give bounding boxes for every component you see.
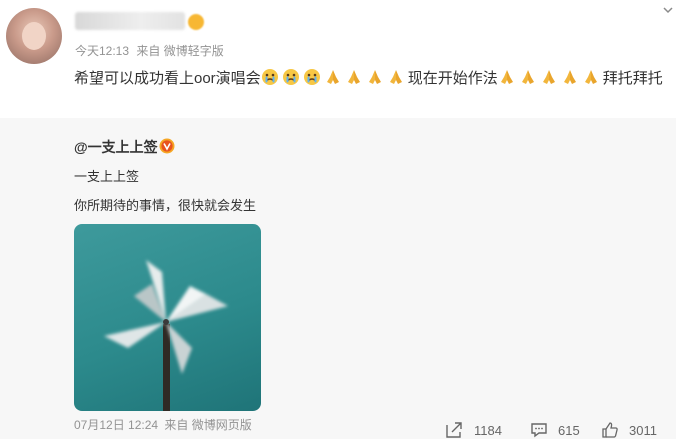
repost-button[interactable]: 1184 — [444, 420, 502, 440]
vip-badge-icon — [188, 14, 204, 30]
repost-text-line: 你所期待的事情，很快就会发生 — [74, 198, 257, 213]
reposted-content[interactable]: @一支上上签 一支上上签 你所期待的事情，很快就会发生 07月12日 12:24… — [0, 118, 676, 439]
comment-count: 615 — [558, 422, 580, 438]
post-text: 希望可以成功看上oor演唱会 现在开始作法 拜托拜托 — [74, 64, 674, 93]
praying-hands-icon — [521, 70, 534, 84]
like-button[interactable]: 3011 — [601, 420, 657, 440]
praying-hands-icon — [347, 70, 360, 84]
praying-hands-icon — [563, 70, 576, 84]
repost-meta: 07月12日 12:24 来自 微博网页版 — [74, 416, 255, 433]
post-text-part: 拜托拜托 — [602, 70, 663, 87]
post-meta: 今天12:13 来自 微博轻字版 — [75, 42, 228, 59]
username-blurred[interactable] — [75, 12, 185, 30]
verified-badge-icon — [159, 138, 175, 154]
crying-emoji-icon — [303, 69, 320, 85]
crying-emoji-icon — [261, 69, 278, 85]
post-time[interactable]: 今天12:13 — [75, 44, 129, 58]
thumbs-up-icon — [602, 422, 618, 438]
like-count: 3011 — [629, 422, 657, 438]
comment-icon — [531, 423, 547, 438]
comment-button[interactable]: 615 — [530, 420, 580, 440]
avatar[interactable] — [6, 8, 62, 64]
share-icon — [446, 422, 462, 438]
chevron-down-icon[interactable] — [662, 4, 674, 16]
praying-hands-icon — [584, 70, 597, 84]
post-text-part: 希望可以成功看上oor演唱会 — [74, 70, 261, 87]
repost-date[interactable]: 07月12日 12:24 — [74, 418, 158, 432]
repost-source: 来自 微博网页版 — [164, 418, 252, 432]
praying-hands-icon — [368, 70, 381, 84]
crying-emoji-icon — [282, 69, 299, 85]
pinwheel-illustration — [104, 260, 228, 411]
post-source: 来自 微博轻字版 — [136, 44, 224, 58]
praying-hands-icon — [326, 70, 339, 84]
original-post: 今天12:13 来自 微博轻字版 希望可以成功看上oor演唱会 现在开始作法 拜托拜… — [0, 0, 676, 118]
praying-hands-icon — [389, 70, 402, 84]
repost-count: 1184 — [474, 422, 502, 438]
praying-hands-icon — [500, 70, 513, 84]
repost-text-line: 一支上上签 — [74, 169, 140, 184]
post-text-part: 现在开始作法 — [407, 70, 498, 87]
praying-hands-icon — [542, 70, 555, 84]
pinwheel-image[interactable] — [74, 224, 261, 411]
repost-author-link[interactable]: @一支上上签 — [74, 137, 158, 157]
